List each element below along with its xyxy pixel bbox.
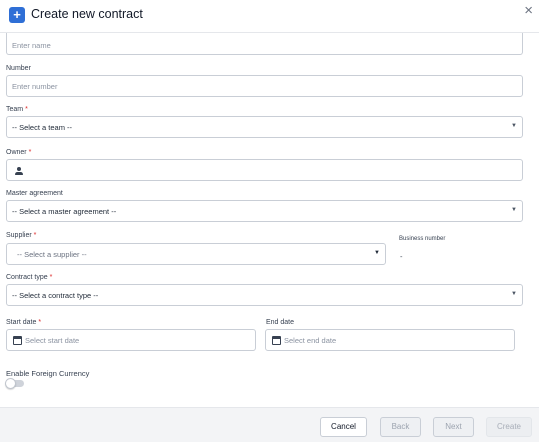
end-date-input[interactable]: Select end date: [265, 329, 515, 351]
chevron-down-icon: ▼: [511, 207, 517, 213]
contract-type-label-text: Contract type: [6, 274, 48, 281]
business-number-label: Business number: [399, 236, 446, 242]
create-button[interactable]: Create: [486, 417, 532, 437]
master-agreement-value: -- Select a master agreement --: [12, 207, 117, 216]
add-contract-icon: +: [9, 7, 25, 23]
dialog-title: Create new contract: [31, 7, 143, 21]
start-date-placeholder: Select start date: [25, 336, 80, 345]
supplier-value: -- Select a supplier --: [17, 250, 87, 259]
end-date-label: End date: [266, 319, 295, 326]
foreign-currency-toggle[interactable]: [5, 378, 24, 389]
number-label: Number: [6, 65, 31, 72]
chevron-down-icon: ▼: [374, 250, 380, 256]
team-select-value: -- Select a team --: [12, 123, 73, 132]
next-button[interactable]: Next: [433, 417, 474, 437]
number-input[interactable]: Enter number: [6, 75, 523, 97]
supplier-required-mark: *: [33, 232, 37, 239]
back-button[interactable]: Back: [380, 417, 421, 437]
master-agreement-label: Master agreement: [6, 190, 63, 197]
team-required-mark: *: [25, 106, 28, 113]
supplier-label: Supplier *: [6, 232, 36, 239]
business-number-value: -: [400, 252, 403, 261]
name-placeholder: Enter name: [12, 41, 51, 50]
contract-type-select[interactable]: -- Select a contract type -- ▼: [6, 284, 523, 306]
dialog-footer: Cancel Back Next Create: [0, 407, 539, 442]
start-date-required-mark: *: [38, 319, 42, 326]
team-label: Team *: [6, 106, 28, 113]
contract-type-required-mark: *: [49, 274, 53, 281]
start-date-label: Start date *: [6, 319, 41, 326]
start-date-label-text: Start date: [6, 319, 37, 326]
number-placeholder: Enter number: [12, 82, 58, 91]
owner-input[interactable]: [6, 159, 523, 181]
owner-label-text: Owner: [6, 149, 27, 156]
team-label-text: Team: [6, 106, 24, 113]
close-icon[interactable]: ×: [524, 3, 533, 18]
owner-label: Owner *: [6, 149, 31, 156]
chevron-down-icon: ▼: [511, 291, 517, 297]
supplier-label-text: Supplier: [6, 232, 32, 239]
person-icon: [15, 167, 23, 176]
contract-type-value: -- Select a contract type --: [12, 291, 99, 300]
contract-type-label: Contract type *: [6, 274, 52, 281]
end-date-placeholder: Select end date: [284, 336, 337, 345]
calendar-icon[interactable]: [272, 336, 281, 345]
owner-required-mark: *: [28, 149, 32, 156]
start-date-input[interactable]: Select start date: [6, 329, 256, 351]
dialog-header: + Create new contract ×: [0, 0, 539, 33]
toggle-knob: [5, 378, 16, 389]
cancel-button[interactable]: Cancel: [320, 417, 367, 437]
foreign-currency-label: Enable Foreign Currency: [6, 369, 90, 378]
supplier-select[interactable]: -- Select a supplier -- ▼: [6, 243, 386, 265]
master-agreement-select[interactable]: -- Select a master agreement -- ▼: [6, 200, 523, 222]
name-input[interactable]: Enter name: [6, 33, 523, 55]
team-select[interactable]: -- Select a team -- ▼: [6, 116, 523, 138]
chevron-down-icon: ▼: [511, 123, 517, 129]
calendar-icon[interactable]: [13, 336, 22, 345]
